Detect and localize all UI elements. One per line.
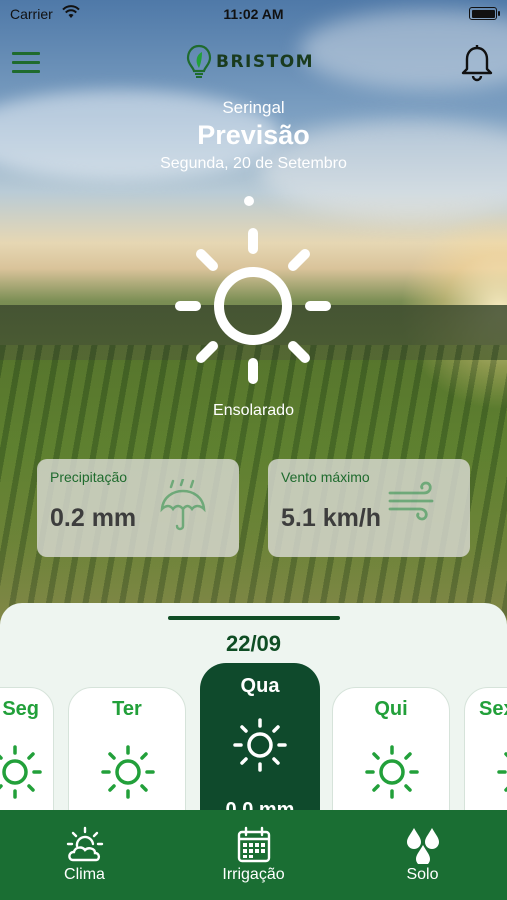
menu-button[interactable]	[12, 52, 40, 74]
clock: 11:02 AM	[223, 6, 284, 22]
water-drops-icon	[406, 828, 439, 864]
forecast-date: Segunda, 20 de Setembro	[160, 155, 347, 172]
max-wind-label: Vento máximo	[281, 469, 370, 485]
app-logo: BRISTOM	[186, 44, 314, 80]
tab-label: Irrigação	[222, 866, 285, 883]
weather-condition: Ensolarado	[213, 402, 294, 419]
tab-irrigacao[interactable]: Irrigação	[169, 810, 338, 900]
day-label: Sex	[479, 698, 507, 720]
precipitation-card: Precipitação 0.2 mm	[37, 459, 239, 557]
bottom-tab-bar: Clima Irrigação Solo	[0, 810, 507, 900]
precipitation-label: Precipitação	[50, 469, 128, 485]
day-label: Qui	[374, 698, 408, 720]
page-title: Previsão	[197, 120, 310, 150]
umbrella-rain-icon	[160, 479, 206, 531]
bulb-leaf-icon	[186, 44, 212, 78]
sheet-handle[interactable]	[168, 616, 340, 620]
calendar-icon	[237, 826, 270, 863]
tab-label: Clima	[64, 866, 105, 883]
daily-forecast-panel[interactable]: 22/09 Seg Ter Qua Qui Se	[0, 603, 507, 833]
sun-icon	[175, 228, 331, 384]
sun-icon	[101, 745, 155, 799]
day-label: Qua	[240, 675, 280, 697]
max-wind-card: Vento máximo 5.1 km/h	[268, 459, 470, 557]
bell-icon[interactable]	[459, 44, 495, 82]
location-name: Seringal	[222, 98, 285, 117]
page-indicator-dot	[244, 196, 254, 206]
day-label: Seg	[2, 698, 39, 720]
wind-icon	[388, 481, 434, 521]
sun-icon	[233, 718, 287, 772]
tab-solo[interactable]: Solo	[338, 810, 507, 900]
sun-icon	[497, 752, 507, 792]
max-wind-value: 5.1 km/h	[281, 504, 382, 532]
tab-clima[interactable]: Clima	[0, 810, 169, 900]
logo-text: BRISTOM	[216, 52, 315, 72]
battery-icon	[469, 7, 500, 20]
tab-label: Solo	[406, 866, 439, 883]
day-label: Ter	[112, 698, 142, 720]
precipitation-value: 0.2 mm	[50, 504, 137, 532]
day-card-qua[interactable]: Qua 0.0 mm	[200, 663, 320, 833]
sun-cloud-icon	[66, 826, 103, 862]
sun-icon	[365, 745, 419, 799]
sun-icon	[0, 745, 42, 799]
status-bar: Carrier 11:02 AM	[0, 0, 507, 30]
selected-date: 22/09	[225, 631, 282, 656]
